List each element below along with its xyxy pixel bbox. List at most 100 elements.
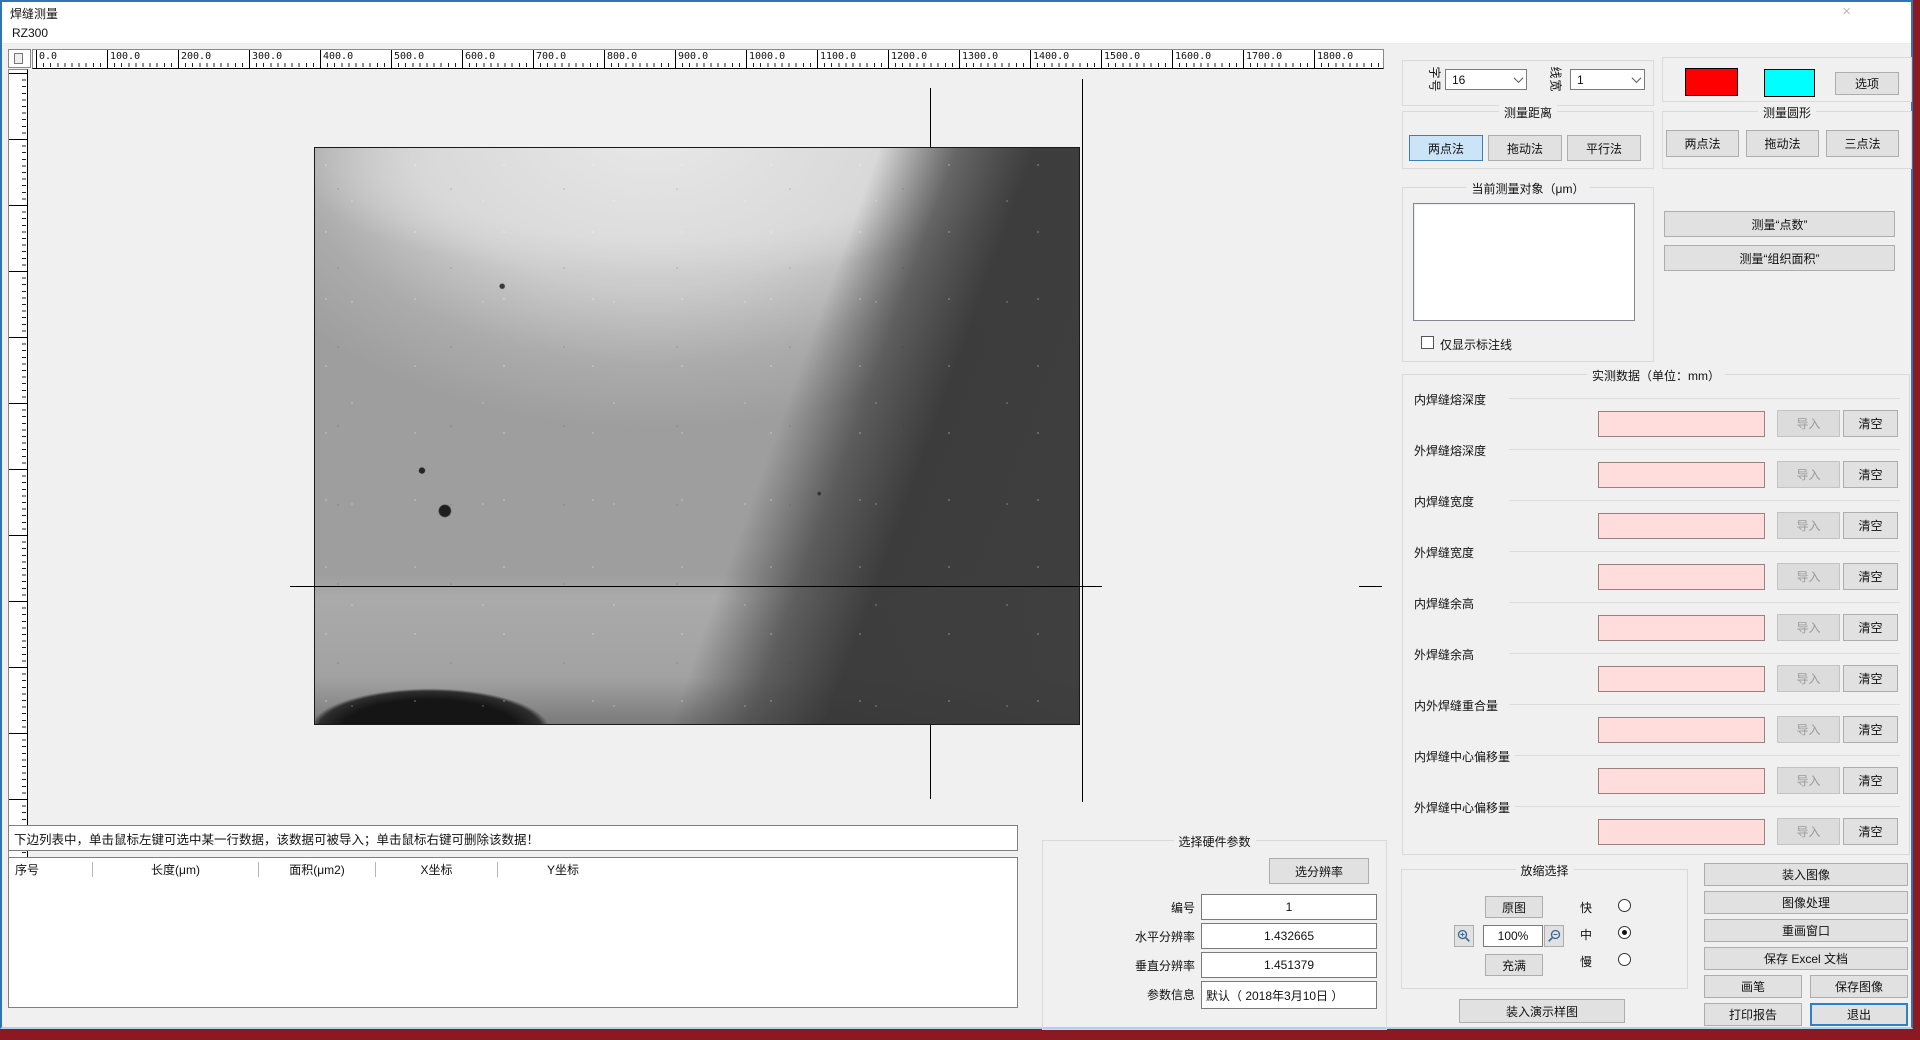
measured-value-input[interactable]	[1598, 768, 1765, 794]
hardware-param-row: 编号 1	[1043, 894, 1386, 920]
measured-value-input[interactable]	[1598, 513, 1765, 539]
menu-item[interactable]: RZ300	[2, 26, 58, 40]
original-size-button[interactable]: 原图	[1485, 896, 1543, 918]
measured-data-label: 内焊缝熔深度	[1414, 391, 1491, 408]
measured-data-row: 内焊缝宽度 导入 清空	[1404, 493, 1910, 544]
measured-data-label: 内焊缝中心偏移量	[1414, 748, 1515, 765]
import-button[interactable]: 导入	[1777, 614, 1840, 641]
speed-option: 快	[1572, 897, 1672, 917]
radio-icon[interactable]	[1618, 953, 1631, 966]
zoom-percent-field[interactable]: 100%	[1483, 925, 1543, 947]
clear-button[interactable]: 清空	[1843, 563, 1898, 590]
measured-value-input[interactable]	[1598, 717, 1765, 743]
hardware-param-value[interactable]: 默认（ 2018年3月10日 ）	[1201, 981, 1377, 1009]
results-table[interactable]: 序号长度(μm)面积(μm2)X坐标Y坐标	[8, 857, 1018, 1008]
measured-data-label: 外焊缝宽度	[1414, 544, 1479, 561]
import-button[interactable]: 导入	[1777, 512, 1840, 539]
hardware-param-row: 水平分辨率 1.432665	[1043, 923, 1386, 949]
row-divider	[1509, 500, 1900, 501]
measured-value-input[interactable]	[1598, 411, 1765, 437]
pen-button[interactable]: 画笔	[1704, 975, 1802, 998]
measured-data-label: 外焊缝中心偏移量	[1414, 799, 1515, 816]
import-button[interactable]: 导入	[1777, 563, 1840, 590]
measured-data-label: 外焊缝余高	[1414, 646, 1479, 663]
image-process-button[interactable]: 图像处理	[1704, 891, 1908, 914]
redraw-window-button[interactable]: 重画窗口	[1704, 919, 1908, 942]
measured-value-input[interactable]	[1598, 462, 1765, 488]
row-divider	[1509, 704, 1900, 705]
save-image-button[interactable]: 保存图像	[1810, 975, 1908, 998]
hardware-param-value[interactable]: 1.432665	[1201, 923, 1377, 949]
radio-icon[interactable]	[1618, 899, 1631, 912]
measured-data-row: 外焊缝中心偏移量 导入 清空	[1404, 799, 1910, 850]
exit-button[interactable]: 退出	[1810, 1003, 1908, 1026]
measured-data-label: 外焊缝熔深度	[1414, 442, 1491, 459]
clear-button[interactable]: 清空	[1843, 461, 1898, 488]
zoom-controls-title: 放缩选择	[1515, 862, 1573, 879]
clear-button[interactable]: 清空	[1843, 767, 1898, 794]
zoom-in-icon[interactable]	[1454, 925, 1474, 947]
hardware-param-row: 垂直分辨率 1.451379	[1043, 952, 1386, 978]
clear-button[interactable]: 清空	[1843, 818, 1898, 845]
zoom-controls-group: 放缩选择 原图 100% 充满 快 中 慢	[1401, 869, 1688, 989]
radio-icon[interactable]	[1618, 926, 1631, 939]
hint-bar: 下边列表中，单击鼠标左键可选中某一行数据，该数据可被导入；单击鼠标右键可删除该数…	[8, 825, 1018, 851]
measured-value-input[interactable]	[1598, 564, 1765, 590]
hardware-param-label: 编号	[1043, 899, 1195, 916]
measured-data-row: 外焊缝余高 导入 清空	[1404, 646, 1910, 697]
close-icon[interactable]: ×	[1842, 3, 1851, 20]
import-button[interactable]: 导入	[1777, 665, 1840, 692]
clear-button[interactable]: 清空	[1843, 512, 1898, 539]
measured-data-row: 内焊缝余高 导入 清空	[1404, 595, 1910, 646]
hardware-param-value[interactable]: 1	[1201, 894, 1377, 920]
row-divider	[1509, 806, 1900, 807]
measured-data-label: 内焊缝宽度	[1414, 493, 1479, 510]
hardware-param-value[interactable]: 1.451379	[1201, 952, 1377, 978]
speed-label: 中	[1580, 926, 1592, 943]
window-title: 焊缝测量	[10, 5, 58, 22]
clear-button[interactable]: 清空	[1843, 614, 1898, 641]
hardware-param-row: 参数信息 默认（ 2018年3月10日 ）	[1043, 981, 1386, 1007]
row-divider	[1509, 551, 1900, 552]
import-button[interactable]: 导入	[1777, 716, 1840, 743]
table-column-header[interactable]: 面积(μm2)	[259, 862, 376, 877]
import-button[interactable]: 导入	[1777, 818, 1840, 845]
hardware-param-label: 垂直分辨率	[1043, 957, 1195, 974]
measured-value-input[interactable]	[1598, 666, 1765, 692]
speed-option: 中	[1572, 924, 1672, 944]
import-button[interactable]: 导入	[1777, 767, 1840, 794]
clear-button[interactable]: 清空	[1843, 665, 1898, 692]
save-excel-button[interactable]: 保存 Excel 文档	[1704, 947, 1908, 970]
measured-value-input[interactable]	[1598, 819, 1765, 845]
clear-button[interactable]: 清空	[1843, 716, 1898, 743]
hardware-param-label: 水平分辨率	[1043, 928, 1195, 945]
zoom-out-icon[interactable]	[1544, 925, 1564, 947]
import-button[interactable]: 导入	[1777, 410, 1840, 437]
table-column-header[interactable]: Y坐标	[498, 862, 628, 877]
hardware-params-group: 选择硬件参数 选分辨率 编号 1 水平分辨率 1.432665 垂直分辨率 1.…	[1042, 840, 1387, 1030]
fit-window-button[interactable]: 充满	[1485, 954, 1543, 976]
table-column-header[interactable]: 长度(μm)	[93, 862, 259, 877]
measured-data-row: 外焊缝熔深度 导入 清空	[1404, 442, 1910, 493]
measured-value-input[interactable]	[1598, 615, 1765, 641]
row-divider	[1509, 602, 1900, 603]
measured-data-row: 内焊缝中心偏移量 导入 清空	[1404, 748, 1910, 799]
load-image-button[interactable]: 装入图像	[1704, 863, 1908, 886]
app-window: 焊缝测量 × RZ300 0.0100.0200.0300.0400.0500.…	[0, 0, 1913, 1029]
row-divider	[1509, 653, 1900, 654]
table-column-header[interactable]: 序号	[9, 862, 93, 877]
load-demo-image-button[interactable]: 装入演示样图	[1459, 999, 1625, 1023]
import-button[interactable]: 导入	[1777, 461, 1840, 488]
client-area: 0.0100.0200.0300.0400.0500.0600.0700.080…	[2, 44, 1911, 1027]
clear-button[interactable]: 清空	[1843, 410, 1898, 437]
measured-data-row: 外焊缝宽度 导入 清空	[1404, 544, 1910, 595]
title-bar: 焊缝测量 ×	[2, 2, 1911, 22]
row-divider	[1509, 398, 1900, 399]
table-column-header[interactable]: X坐标	[376, 862, 498, 877]
speed-option: 慢	[1572, 951, 1672, 971]
hardware-param-label: 参数信息	[1043, 986, 1195, 1003]
print-report-button[interactable]: 打印报告	[1704, 1003, 1802, 1026]
row-divider	[1509, 755, 1900, 756]
speed-label: 慢	[1580, 953, 1592, 970]
measured-data-row: 内外焊缝重合量 导入 清空	[1404, 697, 1910, 748]
